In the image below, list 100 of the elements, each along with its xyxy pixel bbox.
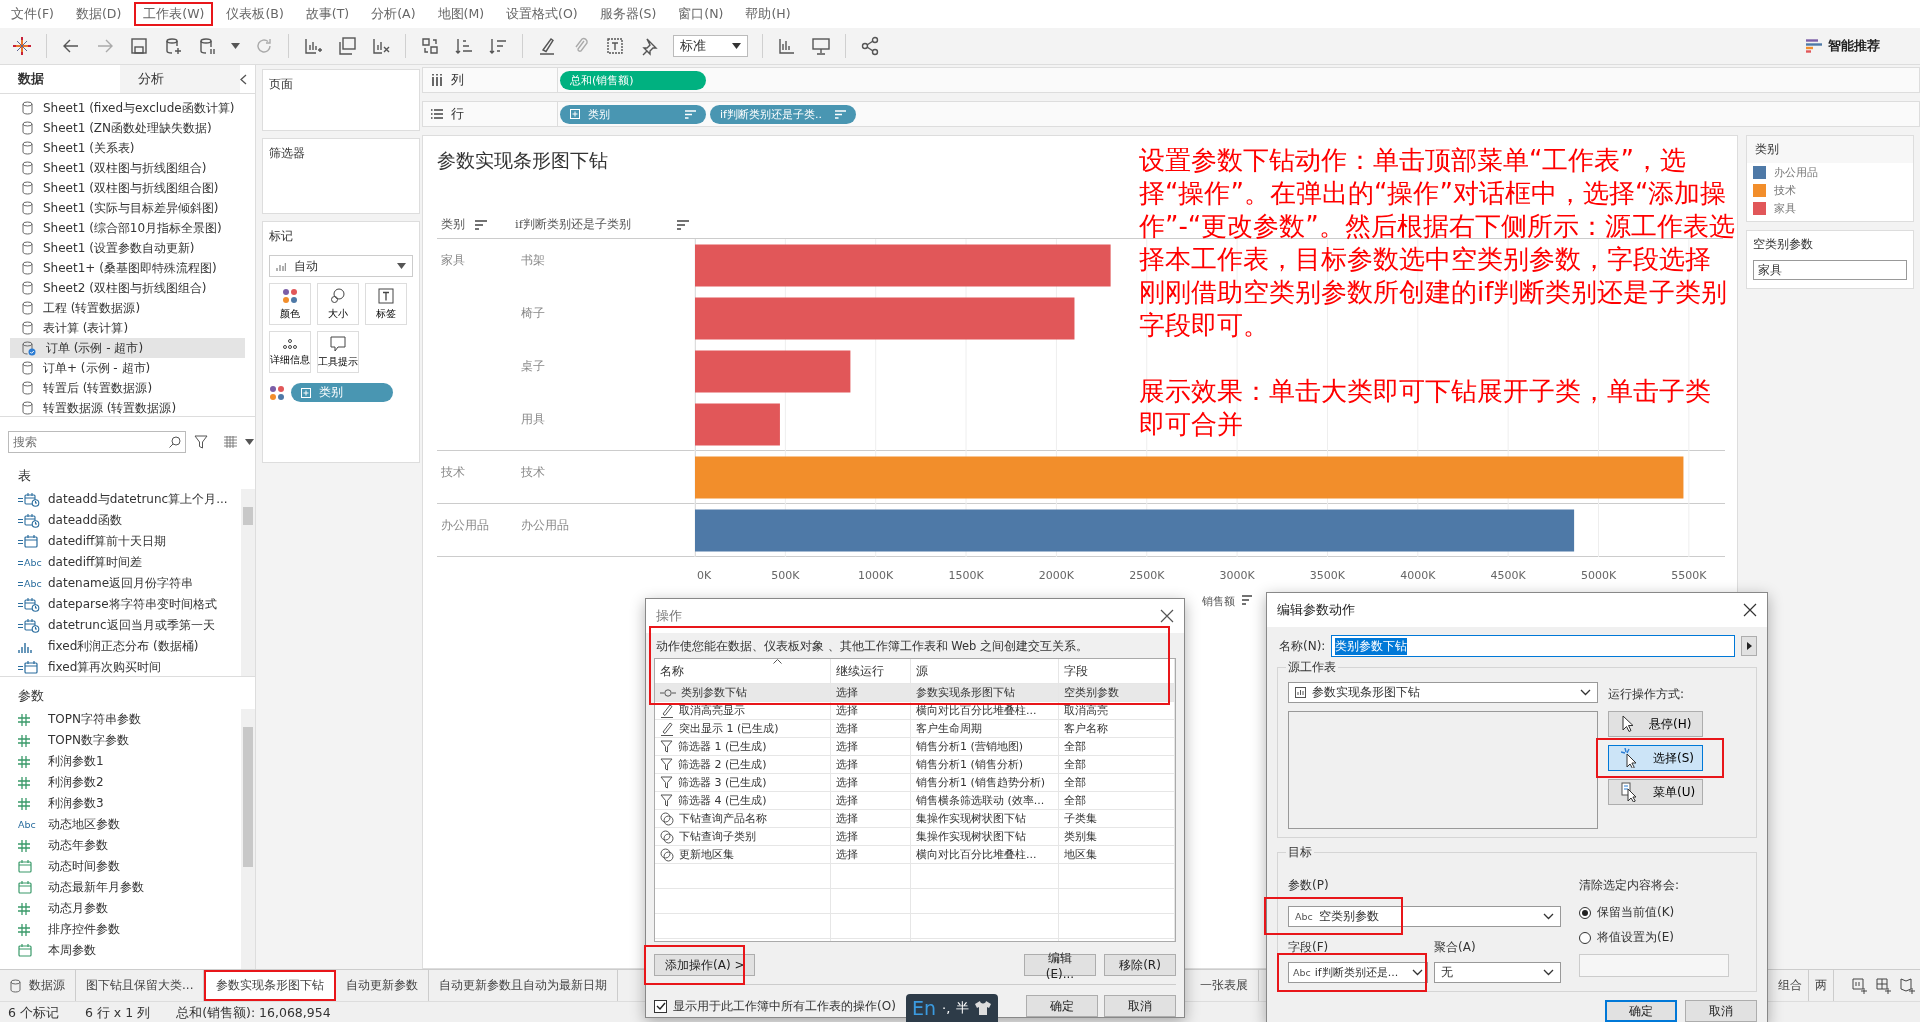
action-row[interactable]: 取消高亮显示 选择 横向对比百分比堆叠柱... 取消高亮 [655, 702, 1175, 720]
column-header[interactable]: 源 [916, 662, 928, 680]
field-item[interactable]: dateparse将字符串变时间格式 [0, 594, 241, 615]
ok-button[interactable]: 确定 [1605, 1000, 1677, 1022]
input-method-bar[interactable]: En ·, 半 [906, 994, 998, 1022]
row-header[interactable]: 书架 [511, 239, 695, 268]
share-icon[interactable] [860, 36, 880, 56]
aggregation-dropdown[interactable]: 无 [1434, 962, 1561, 983]
add-action-button[interactable]: 添加操作(A) > [654, 954, 756, 976]
search-field[interactable]: 搜索 [8, 431, 186, 453]
punctuation-mode[interactable]: ·, [942, 1000, 951, 1016]
save-icon[interactable] [129, 36, 149, 56]
parameter-item[interactable]: 利润参数2 [0, 772, 241, 793]
field-item[interactable]: dateadd函数 [0, 510, 241, 531]
parameter-item[interactable]: 动态年参数 [0, 835, 241, 856]
field-item[interactable]: Abc datename返回月份字符串 [0, 573, 241, 594]
data-source-item[interactable]: 转置后 (转置数据源) [10, 378, 245, 398]
parameter-item[interactable]: 动态最新年月参数 [0, 877, 241, 898]
row-header[interactable]: 技术 [511, 451, 695, 480]
parameter-item[interactable]: 动态月参数 [0, 898, 241, 919]
shelf[interactable]: 列 总和(销售额) [422, 67, 1920, 93]
menu-item[interactable]: 工作表(W) [134, 2, 214, 26]
data-source-item[interactable]: Sheet1 (ZN函数处理缺失数据) [10, 118, 245, 138]
action-row[interactable]: 下钻查询产品名称 选择 集操作实现树状图下钻 子类集 [655, 810, 1175, 828]
parameter-item[interactable]: 动态时间参数 [0, 856, 241, 877]
menu-item[interactable]: 帮助(H) [736, 2, 800, 26]
field-item[interactable]: fixed算再次购买时间 [0, 657, 241, 676]
parameter-item[interactable]: 本周参数 [0, 940, 241, 961]
cancel-button[interactable]: 取消 [1685, 1000, 1757, 1022]
bar[interactable] [695, 509, 1575, 552]
parameter-dropdown[interactable]: Abc 空类别参数 [1288, 906, 1561, 927]
data-source-item[interactable]: 订单+ (示例 - 超市) [10, 358, 245, 378]
column-header[interactable]: 继续运行 [836, 662, 884, 680]
data-source-item[interactable]: Sheet1 (fixed与exclude函数计算) [10, 98, 245, 118]
new-sheet-icon[interactable] [1852, 977, 1868, 994]
parameter-item[interactable]: TOPN数字参数 [0, 730, 241, 751]
parameter-item[interactable]: TOPN字符串参数 [0, 709, 241, 730]
column-header[interactable]: 字段 [1064, 662, 1088, 680]
highlighter-icon[interactable] [537, 36, 557, 56]
add-data-icon[interactable] [163, 36, 183, 56]
action-row[interactable]: 类别参数下钻 选择 参数实现条形图下钻 空类别参数 [655, 684, 1175, 702]
row-header[interactable]: 办公用品 [511, 504, 695, 533]
menu-item[interactable]: 服务器(S) [590, 2, 666, 26]
name-field[interactable]: 类别参数下钻 [1331, 635, 1735, 657]
expand-icon[interactable] [301, 387, 311, 398]
legend-item[interactable]: 家具 [1747, 199, 1913, 217]
data-source-item[interactable]: Sheet1+ (桑基图即特殊流程图) [10, 258, 245, 278]
radio-button[interactable] [1579, 906, 1591, 919]
data-source-item[interactable]: Sheet1 (综合部10月指标全景图) [10, 218, 245, 238]
checkbox[interactable] [654, 999, 667, 1013]
menu-item[interactable]: 仪表板(B) [217, 2, 293, 26]
logo-icon[interactable] [12, 36, 32, 56]
shelf[interactable]: 行 类别 if判断类别还是子类.. [422, 101, 1920, 127]
duplicate-sheet-icon[interactable] [337, 36, 357, 56]
menu-item[interactable]: 数据(D) [66, 2, 131, 26]
remove-button[interactable]: 移除(R) [1104, 954, 1176, 976]
marks-button[interactable]: 颜色 [269, 283, 311, 325]
menu-item[interactable]: 文件(F) [2, 2, 63, 26]
row-header[interactable]: 办公用品 [437, 504, 511, 557]
field-item[interactable]: fixed利润正态分布 (数据桶) [0, 636, 241, 657]
sheet-tab[interactable]: 参数实现条形图下钻 [204, 970, 337, 1001]
row-header[interactable]: 技术 [437, 451, 511, 504]
field-item[interactable]: datediff算前十天日期 [0, 531, 241, 552]
legend-item[interactable]: 技术 [1747, 181, 1913, 199]
collapse-icon[interactable] [240, 73, 247, 85]
data-source-item[interactable]: Sheet2 (双柱图与折线图组合) [10, 278, 245, 298]
sheet-list-box[interactable] [1288, 711, 1598, 829]
parameter-item[interactable]: 利润参数1 [0, 751, 241, 772]
data-source-item[interactable]: Sheet1 (双柱图与折线图组合图) [10, 178, 245, 198]
scrollbar[interactable] [241, 709, 255, 969]
data-source-item[interactable]: Sheet1 (设置参数自动更新) [10, 238, 245, 258]
legend-item[interactable]: 办公用品 [1747, 163, 1913, 181]
row-header[interactable]: 桌子 [511, 345, 695, 374]
sort-icon[interactable] [1241, 595, 1253, 605]
data-source-item[interactable]: 工程 (转置数据源) [10, 298, 245, 318]
sort-icon[interactable] [475, 219, 487, 230]
data-source-item[interactable]: 转置数据源 (转置数据源) [10, 398, 245, 418]
action-row[interactable]: 筛选器 1 (已生成) 选择 销售分析1 (营销地图) 全部 [655, 738, 1175, 756]
sort-ascending-icon[interactable] [454, 36, 474, 56]
input-mode[interactable]: En [912, 997, 937, 1019]
source-sheet-dropdown[interactable]: 参数实现条形图下钻 [1288, 682, 1598, 703]
menu-item[interactable]: 故事(T) [296, 2, 359, 26]
menu-item[interactable]: 分析(A) [362, 2, 425, 26]
action-row[interactable]: 突出显示 1 (已生成) 选择 客户生命周期 客户名称 [655, 720, 1175, 738]
marks-button[interactable]: 工具提示 [317, 331, 359, 373]
panel-tab[interactable]: 分析 [120, 65, 240, 93]
new-dashboard-icon[interactable] [1876, 977, 1892, 994]
action-row[interactable]: 更新地区集 选择 横向对比百分比堆叠柱... 地区集 [655, 846, 1175, 864]
field-item[interactable]: datetrunc返回当月或季第一天 [0, 615, 241, 636]
presentation-icon[interactable] [811, 36, 831, 56]
text-icon[interactable] [605, 36, 625, 56]
insert-button[interactable] [1741, 636, 1757, 656]
swap-icon[interactable] [420, 36, 440, 56]
run-mode-button[interactable]: 悬停(H) [1608, 711, 1703, 737]
parameter-item[interactable]: 排序控件参数 [0, 919, 241, 940]
new-sheet-icon[interactable] [303, 36, 323, 56]
marks-button[interactable]: 大小 [317, 283, 359, 325]
close-icon[interactable] [1160, 609, 1174, 623]
clear-sheet-icon[interactable] [371, 36, 391, 56]
data-source-item[interactable]: 订单 (示例 - 超市) [10, 338, 245, 358]
